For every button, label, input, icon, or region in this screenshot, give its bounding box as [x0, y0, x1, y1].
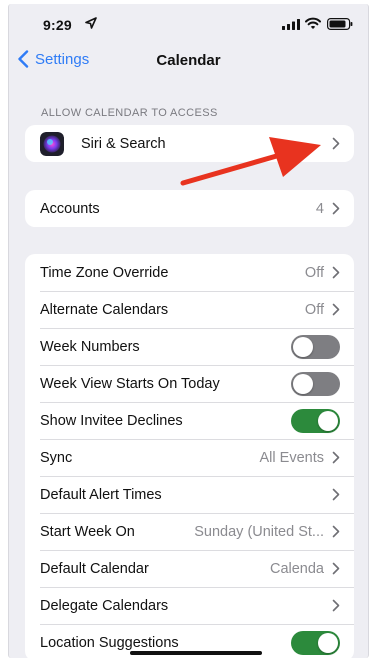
default-alert-times-label: Default Alert Times [40, 486, 162, 503]
show-invitee-declines-row: Show Invitee Declines [25, 402, 354, 439]
time-zone-override-value: Off [304, 264, 324, 281]
battery-icon [327, 18, 353, 30]
siri-icon [40, 131, 64, 156]
signal-icon [282, 19, 300, 30]
annotation-arrow [180, 137, 321, 186]
time-zone-override-label: Time Zone Override [40, 264, 169, 281]
default-calendar-value: Calenda [269, 560, 324, 577]
delegate-calendars-label: Delegate Calendars [40, 597, 169, 614]
delegate-calendars-row[interactable]: Delegate Calendars [25, 587, 354, 624]
status-bar: 9:29 [9, 4, 368, 42]
start-week-on-row[interactable]: Start Week On Sunday (United St... [25, 513, 354, 550]
chevron-right-icon [332, 562, 340, 575]
sync-label: Sync [40, 449, 73, 466]
toggle-knob [293, 373, 313, 394]
navigation-bar: Settings Calendar [9, 42, 368, 82]
chevron-right-icon [332, 525, 340, 538]
settings-group: Time Zone Override Off Alternate Calenda… [25, 254, 354, 658]
week-view-starts-today-row: Week View Starts On Today [25, 365, 354, 402]
week-view-starts-today-label: Week View Starts On Today [40, 375, 220, 392]
accounts-label: Accounts [40, 200, 100, 217]
chevron-right-icon [332, 599, 340, 612]
week-numbers-row: Week Numbers [25, 328, 354, 365]
sync-row[interactable]: Sync All Events [25, 439, 354, 476]
toggle-knob [318, 410, 338, 431]
week-numbers-label: Week Numbers [40, 338, 140, 355]
week-numbers-toggle[interactable] [291, 334, 340, 359]
chevron-right-icon [332, 488, 340, 501]
start-week-on-value: Sunday (United St... [194, 523, 324, 540]
section-header-access: ALLOW CALENDAR TO ACCESS [41, 107, 218, 119]
phone-screen: 9:29 Settings Calendar ALLOW CALENDAR TO… [8, 4, 369, 658]
accounts-group: Accounts 4 [25, 190, 354, 227]
chevron-right-icon [332, 202, 340, 215]
location-suggestions-label: Location Suggestions [40, 634, 179, 651]
wifi-icon [305, 17, 321, 29]
status-time: 9:29 [43, 17, 72, 33]
chevron-right-icon [332, 266, 340, 279]
alternate-calendars-label: Alternate Calendars [40, 301, 169, 318]
alternate-calendars-value: Off [304, 301, 324, 318]
toggle-knob [318, 632, 338, 653]
default-calendar-label: Default Calendar [40, 560, 149, 577]
toggle-knob [293, 336, 313, 357]
chevron-right-icon [332, 451, 340, 464]
page-title: Calendar [156, 52, 221, 69]
chevron-right-icon [332, 303, 340, 316]
location-arrow-icon [85, 17, 97, 29]
default-alert-times-row[interactable]: Default Alert Times [25, 476, 354, 513]
home-indicator [130, 651, 262, 655]
accounts-row[interactable]: Accounts 4 [25, 190, 354, 227]
alternate-calendars-row[interactable]: Alternate Calendars Off [25, 291, 354, 328]
week-view-starts-today-toggle[interactable] [291, 371, 340, 396]
show-invitee-declines-toggle[interactable] [291, 408, 340, 433]
default-calendar-row[interactable]: Default Calendar Calenda [25, 550, 354, 587]
start-week-on-label: Start Week On [40, 523, 135, 540]
time-zone-override-row[interactable]: Time Zone Override Off [25, 254, 354, 291]
sync-value: All Events [259, 449, 324, 466]
location-suggestions-toggle[interactable] [291, 630, 340, 655]
accounts-count: 4 [315, 200, 324, 217]
show-invitee-declines-label: Show Invitee Declines [40, 412, 183, 429]
